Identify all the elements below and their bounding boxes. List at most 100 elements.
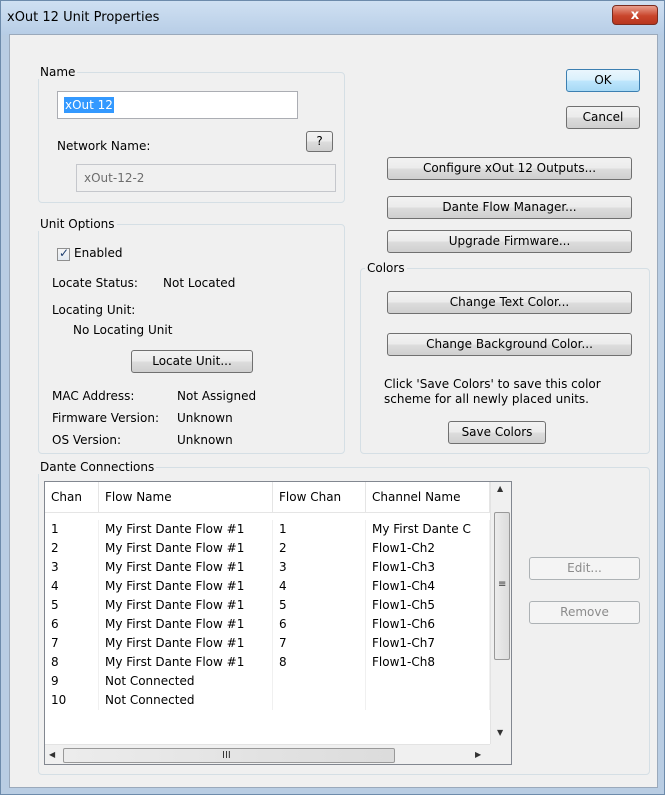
upgrade-firmware-button[interactable]: Upgrade Firmware... [387,230,632,253]
firmware-version-label: Firmware Version: [52,411,159,425]
scrollbar-corner [490,744,511,764]
vertical-scrollbar[interactable]: ▲ ≡ ▼ [490,482,511,744]
cell-flow-chan: 3 [273,558,366,577]
scroll-up-arrow-icon[interactable]: ▲ [497,484,503,493]
cell-flow-chan [273,672,366,691]
locating-unit-label: Locating Unit: [52,303,136,317]
help-button[interactable]: ? [306,131,333,152]
cell-flow-chan: 6 [273,615,366,634]
edit-button[interactable]: Edit... [529,557,640,580]
dante-connections-list[interactable]: Chan Flow Name Flow Chan Channel Name 1 … [44,481,512,765]
cell-channel-name: Flow1-Ch3 [366,558,490,577]
title-bar[interactable]: xOut 12 Unit Properties x [1,1,664,35]
dialog-window: xOut 12 Unit Properties x Name xOut 12 N… [0,0,665,795]
table-row[interactable]: 6 My First Dante Flow #1 6 Flow1-Ch6 [45,615,490,634]
cell-channel-name [366,672,490,691]
list-header: Chan Flow Name Flow Chan Channel Name [45,482,490,513]
cell-flow-name: My First Dante Flow #1 [99,577,273,596]
cell-flow-name: My First Dante Flow #1 [99,520,273,539]
cell-channel-name: Flow1-Ch4 [366,577,490,596]
colors-info-line1: Click 'Save Colors' to save this color [384,377,601,391]
scroll-left-arrow-icon[interactable]: ◀ [49,750,55,759]
table-row[interactable]: 8 My First Dante Flow #1 8 Flow1-Ch8 [45,653,490,672]
enabled-label: Enabled [74,246,123,260]
table-row[interactable]: 3 My First Dante Flow #1 3 Flow1-Ch3 [45,558,490,577]
cell-flow-name: My First Dante Flow #1 [99,539,273,558]
horizontal-grip-icon: III [222,750,231,761]
remove-button[interactable]: Remove [529,601,640,624]
colors-label: Colors [365,261,407,275]
cell-flow-chan: 7 [273,634,366,653]
table-row[interactable]: 4 My First Dante Flow #1 4 Flow1-Ch4 [45,577,490,596]
cell-channel-name [366,691,490,710]
table-row[interactable]: 5 My First Dante Flow #1 5 Flow1-Ch5 [45,596,490,615]
cell-chan: 2 [45,539,99,558]
dante-connections-label: Dante Connections [38,460,157,474]
name-input-value: xOut 12 [64,97,114,113]
column-header-flow-name[interactable]: Flow Name [99,482,273,512]
cell-flow-name: Not Connected [99,672,273,691]
cell-chan: 6 [45,615,99,634]
network-name-label: Network Name: [57,139,151,153]
close-button[interactable]: x [612,5,658,25]
cell-flow-chan: 2 [273,539,366,558]
cell-flow-name: My First Dante Flow #1 [99,634,273,653]
name-input[interactable]: xOut 12 [57,91,298,119]
cell-chan: 10 [45,691,99,710]
save-colors-button[interactable]: Save Colors [448,421,546,444]
cell-flow-name: My First Dante Flow #1 [99,653,273,672]
table-row[interactable]: 7 My First Dante Flow #1 7 Flow1-Ch7 [45,634,490,653]
enabled-checkbox[interactable] [57,246,70,261]
os-version-label: OS Version: [52,433,122,447]
cell-channel-name: My First Dante C [366,520,490,539]
vertical-scroll-thumb[interactable]: ≡ [494,512,510,660]
table-row[interactable]: 2 My First Dante Flow #1 2 Flow1-Ch2 [45,539,490,558]
column-header-channel-name[interactable]: Channel Name [366,482,490,512]
cell-flow-chan [273,691,366,710]
window-title: xOut 12 Unit Properties [7,10,160,25]
firmware-version-value: Unknown [177,411,233,425]
configure-outputs-button[interactable]: Configure xOut 12 Outputs... [387,157,632,180]
cell-chan: 4 [45,577,99,596]
horizontal-scroll-thumb[interactable]: III [63,748,395,763]
network-name-value: xOut-12-2 [84,171,145,185]
unit-options-label: Unit Options [38,217,117,231]
cell-chan: 8 [45,653,99,672]
table-row[interactable]: 1 My First Dante Flow #1 1 My First Dant… [45,520,490,539]
cell-flow-name: Not Connected [99,691,273,710]
column-header-flow-chan[interactable]: Flow Chan [273,482,366,512]
cell-chan: 1 [45,520,99,539]
mac-address-label: MAC Address: [52,389,135,403]
cell-flow-chan: 8 [273,653,366,672]
colors-info-line2: scheme for all newly placed units. [384,392,589,406]
cancel-button[interactable]: Cancel [566,106,640,129]
horizontal-scrollbar[interactable]: ◀ III ▶ [45,744,490,764]
dante-flow-manager-button[interactable]: Dante Flow Manager... [387,196,632,219]
vertical-grip-icon: ≡ [498,579,507,590]
locating-unit-value: No Locating Unit [73,323,173,337]
scroll-down-arrow-icon[interactable]: ▼ [497,728,503,737]
locate-status-label: Locate Status: [52,276,138,290]
cell-channel-name: Flow1-Ch6 [366,615,490,634]
network-name-field: xOut-12-2 [76,164,336,192]
cell-channel-name: Flow1-Ch7 [366,634,490,653]
cell-flow-chan: 1 [273,520,366,539]
cell-channel-name: Flow1-Ch8 [366,653,490,672]
cell-channel-name: Flow1-Ch2 [366,539,490,558]
cell-flow-name: My First Dante Flow #1 [99,558,273,577]
locate-unit-button[interactable]: Locate Unit... [131,350,253,373]
change-text-color-button[interactable]: Change Text Color... [387,291,632,314]
cell-flow-name: My First Dante Flow #1 [99,596,273,615]
change-background-color-button[interactable]: Change Background Color... [387,333,632,356]
table-row[interactable]: 9 Not Connected [45,672,490,691]
column-header-chan[interactable]: Chan [45,482,99,512]
scroll-right-arrow-icon[interactable]: ▶ [475,750,481,759]
ok-button[interactable]: OK [566,69,640,92]
cell-flow-chan: 4 [273,577,366,596]
os-version-value: Unknown [177,433,233,447]
cell-flow-name: My First Dante Flow #1 [99,615,273,634]
cell-channel-name: Flow1-Ch5 [366,596,490,615]
mac-address-value: Not Assigned [177,389,257,403]
cell-chan: 5 [45,596,99,615]
table-row[interactable]: 10 Not Connected [45,691,490,710]
